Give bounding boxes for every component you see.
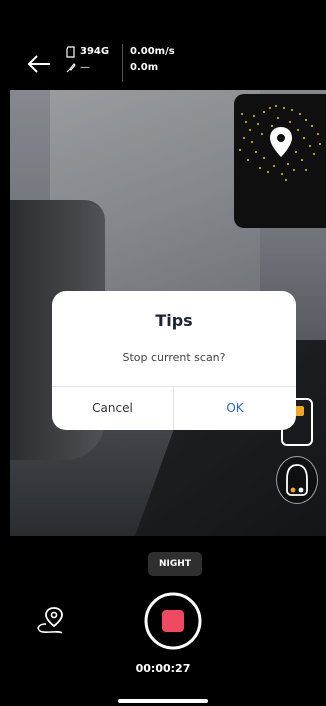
dialog-message: Stop current scan? xyxy=(122,351,226,364)
point-cloud xyxy=(239,105,321,181)
gps-value: — xyxy=(80,62,90,73)
recording-timer: 00:00:27 xyxy=(135,662,191,675)
sd-card-icon xyxy=(66,46,75,58)
stop-scan-dialog: Tips Stop current scan? Cancel OK xyxy=(52,291,296,430)
point-cloud-minimap[interactable] xyxy=(234,94,326,228)
header-divider xyxy=(122,44,123,82)
back-arrow-icon[interactable] xyxy=(26,52,52,76)
home-indicator[interactable] xyxy=(118,699,208,703)
speed-value: 0.00m/s xyxy=(130,46,175,57)
storage-value: 394G xyxy=(80,46,110,57)
record-stop-icon xyxy=(162,610,184,632)
robot-icon xyxy=(286,464,308,496)
top-bar: 394G — 0.00m/s 0.0m xyxy=(0,0,326,92)
robot-button[interactable] xyxy=(276,456,318,504)
dialog-title: Tips xyxy=(155,311,193,330)
night-mode-badge[interactable]: NIGHT xyxy=(148,552,202,576)
cancel-button[interactable]: Cancel xyxy=(52,387,173,430)
satellite-icon xyxy=(66,63,76,73)
route-pin-icon[interactable] xyxy=(34,606,68,636)
distance-value: 0.0m xyxy=(130,62,159,73)
location-pin-icon xyxy=(270,127,292,157)
ok-button[interactable]: OK xyxy=(174,387,296,430)
record-stop-button[interactable] xyxy=(143,591,203,651)
